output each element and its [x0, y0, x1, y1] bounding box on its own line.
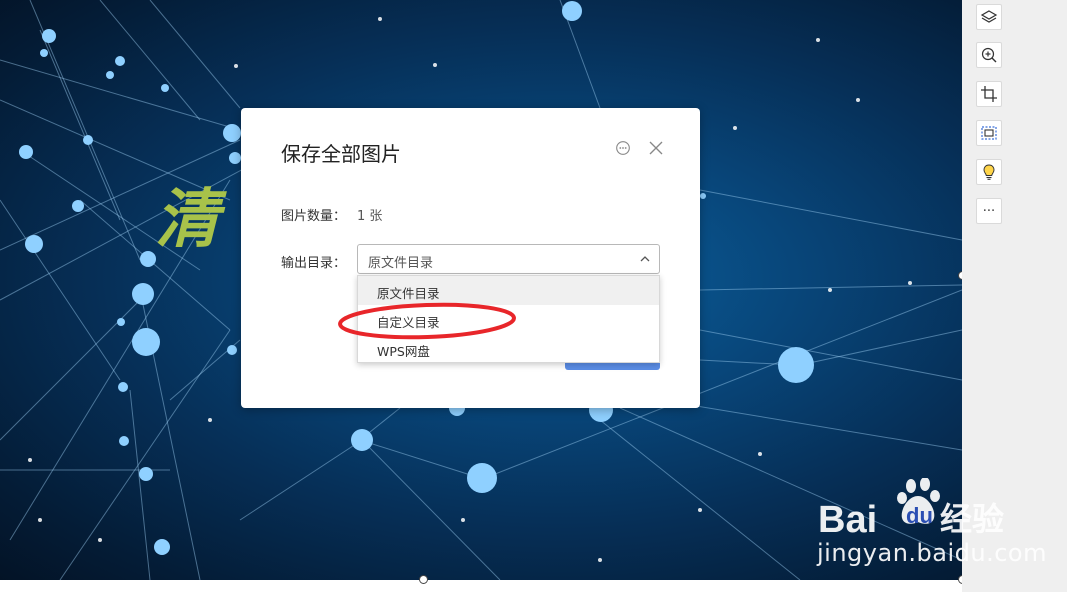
- image-select-button[interactable]: [976, 120, 1002, 146]
- lightbulb-icon: [983, 164, 995, 180]
- crop-button[interactable]: [976, 81, 1002, 107]
- canvas-bottom-strip: [0, 580, 962, 592]
- close-icon[interactable]: [648, 140, 664, 156]
- layers-button[interactable]: [976, 4, 1002, 30]
- baidu-watermark-logo: Bai du 经验: [818, 478, 1004, 540]
- output-dir-select[interactable]: 原文件目录: [357, 244, 660, 274]
- crop-icon: [981, 86, 997, 102]
- feedback-icon[interactable]: [615, 140, 631, 156]
- watermark-du: du: [906, 503, 933, 528]
- watermark-bai: Bai: [818, 499, 877, 540]
- save-all-images-dialog: 保存全部图片 图片数量： 1 张 输出目录： 原文件目录: [241, 108, 700, 408]
- zoom-in-button[interactable]: [976, 42, 1002, 68]
- image-count-value: 1 张: [357, 209, 383, 224]
- zoom-in-icon: [981, 47, 997, 63]
- image-count-label: 图片数量：: [281, 209, 347, 224]
- more-icon: ···: [982, 203, 996, 219]
- output-dir-label: 输出目录：: [281, 256, 347, 271]
- watermark-url: jingyan.baidu.com: [817, 539, 1047, 567]
- watermark-jingyan: 经验: [940, 500, 1004, 538]
- image-select-icon: [981, 126, 997, 140]
- resize-handle-bottom[interactable]: [419, 575, 428, 584]
- chevron-up-icon: [640, 256, 650, 262]
- option-label: WPS网盘: [377, 344, 430, 359]
- option-label: 原文件目录: [377, 286, 440, 301]
- idea-button[interactable]: [976, 159, 1002, 185]
- layers-icon: [980, 10, 998, 23]
- output-dir-selected-value: 原文件目录: [368, 256, 434, 271]
- more-button[interactable]: ···: [976, 198, 1002, 224]
- slide-title-text: 清: [155, 182, 221, 257]
- dialog-title: 保存全部图片: [281, 142, 401, 166]
- red-annotation-ellipse: [338, 302, 516, 340]
